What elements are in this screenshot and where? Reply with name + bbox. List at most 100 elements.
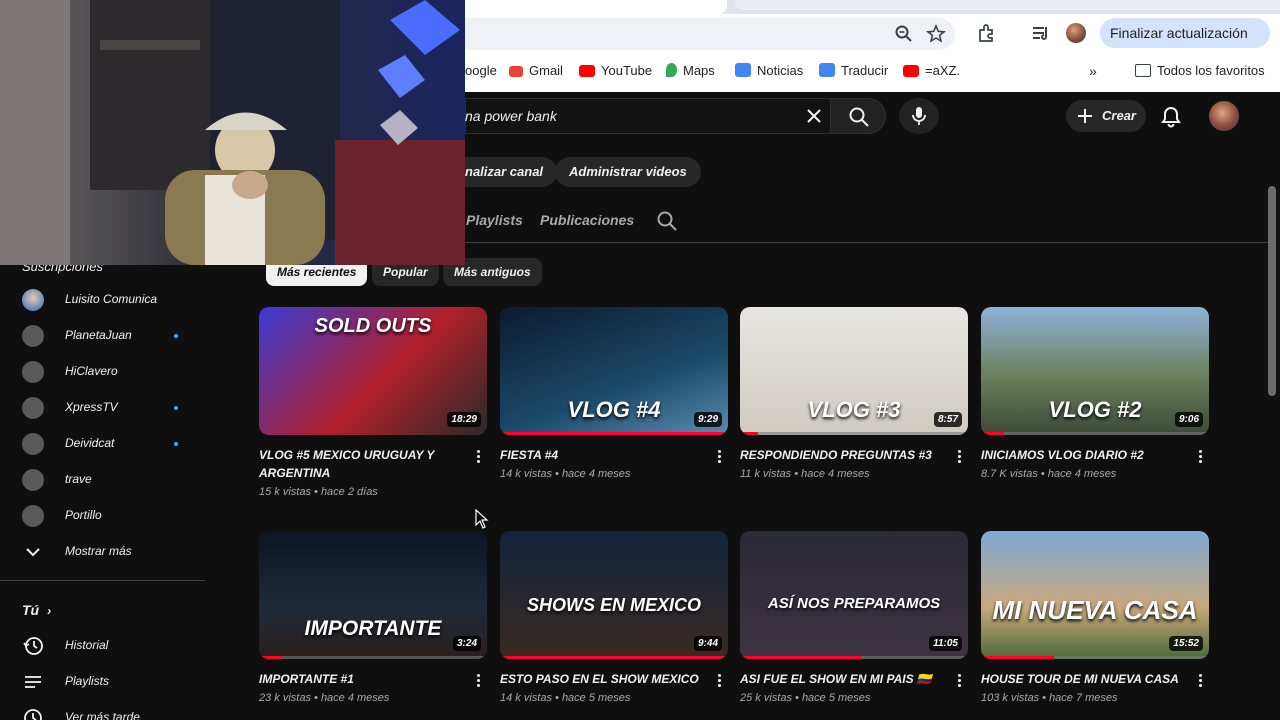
mouse-cursor-icon xyxy=(475,509,489,529)
bookmark-gmail[interactable]: Gmail xyxy=(509,62,563,80)
meta-separator: • xyxy=(551,468,562,480)
thumbnail-overlay-text: ASÍ NOS PREPARAMOS xyxy=(767,595,941,612)
more-options-icon[interactable] xyxy=(1195,672,1205,690)
inactive-tab[interactable] xyxy=(735,0,1280,10)
zoom-icon[interactable] xyxy=(894,24,914,44)
page-scrollbar[interactable] xyxy=(1268,186,1276,396)
video-thumbnail[interactable]: VLOG #3 8:57 xyxy=(740,307,968,435)
video-thumbnail[interactable]: IMPORTANTE 3:24 xyxy=(259,531,487,659)
watch-progress-track xyxy=(740,432,968,435)
more-bookmarks-button[interactable]: » xyxy=(1089,62,1097,80)
upload-age: hace 5 meses xyxy=(561,692,631,704)
sidebar-item-trave[interactable]: trave xyxy=(22,468,197,492)
maps-icon xyxy=(666,63,677,77)
more-options-icon[interactable] xyxy=(473,448,483,466)
sidebar-item-planetajuan[interactable]: PlanetaJuan xyxy=(22,324,197,348)
sidebar-show-more[interactable]: Mostrar más xyxy=(22,540,197,564)
avatar xyxy=(22,505,44,527)
bookmark-maps[interactable]: Maps xyxy=(666,62,715,80)
you-section-heading[interactable]: Tú › xyxy=(22,602,51,618)
video-thumbnail[interactable]: SOLD OUTS 18:29 xyxy=(259,307,487,435)
manage-videos-button[interactable]: Administrar videos xyxy=(555,157,701,187)
watch-progress-bar xyxy=(259,656,282,659)
video-thumbnail[interactable]: ASÍ NOS PREPARAMOS 11:05 xyxy=(740,531,968,659)
video-title[interactable]: HOUSE TOUR DE MI NUEVA CASA xyxy=(981,670,1181,688)
bookmark-axz[interactable]: =aXZ. xyxy=(903,62,960,80)
video-thumbnail[interactable]: VLOG #4 9:29 xyxy=(500,307,728,435)
video-thumbnail[interactable]: MI NUEVA CASA 15:52 xyxy=(981,531,1209,659)
video-title[interactable]: ESTO PASO EN EL SHOW MEXICO xyxy=(500,670,700,688)
tab-publicaciones[interactable]: Publicaciones xyxy=(540,212,634,228)
bookmark-traducir[interactable]: Traducir xyxy=(819,62,888,80)
subscription-name: Deividcat xyxy=(65,436,115,450)
more-options-icon[interactable] xyxy=(954,448,964,466)
search-button[interactable] xyxy=(830,98,886,134)
video-title[interactable]: RESPONDIENDO PREGUNTAS #3 xyxy=(740,446,940,464)
watch-progress-bar xyxy=(500,432,728,435)
tab-playlists[interactable]: Playlists xyxy=(466,212,523,228)
sidebar-item-portillo[interactable]: Portillo xyxy=(22,504,197,528)
clear-search-icon[interactable] xyxy=(804,106,824,126)
more-options-icon[interactable] xyxy=(473,672,483,690)
upload-age: hace 7 meses xyxy=(1049,692,1118,704)
bookmark-noticias[interactable]: Noticias xyxy=(735,62,803,80)
video-duration: 11:05 xyxy=(929,636,962,651)
new-content-dot xyxy=(174,334,178,338)
search-query[interactable]: na power bank xyxy=(465,108,557,124)
all-bookmarks-button[interactable]: Todos los favoritos xyxy=(1135,62,1265,80)
voice-search-button[interactable] xyxy=(899,98,939,134)
sidebar-item-luisito[interactable]: Luisito Comunica xyxy=(22,288,197,312)
meta-separator: • xyxy=(1039,692,1050,704)
subscription-name: PlanetaJuan xyxy=(65,328,132,342)
sidebar-item-xpresstv[interactable]: XpressTV xyxy=(22,396,197,420)
view-count: 11 k vistas xyxy=(740,468,792,480)
subscription-name: Portillo xyxy=(65,508,102,522)
watch-progress-bar xyxy=(500,656,728,659)
video-title[interactable]: VLOG #5 MEXICO URUGUAY Y ARGENTINA xyxy=(259,446,459,482)
all-bookmarks-label: Todos los favoritos xyxy=(1157,63,1265,78)
chevron-right-icon: › xyxy=(47,604,52,618)
upload-age: hace 5 meses xyxy=(801,692,871,704)
profile-avatar[interactable] xyxy=(1066,23,1086,43)
star-icon[interactable] xyxy=(926,24,946,44)
more-options-icon[interactable] xyxy=(714,448,724,466)
meta-separator: • xyxy=(551,692,562,704)
meta-separator: • xyxy=(1037,468,1048,480)
active-tab[interactable] xyxy=(465,0,727,14)
more-options-icon[interactable] xyxy=(714,672,724,690)
more-options-icon[interactable] xyxy=(954,672,964,690)
video-title[interactable]: INICIAMOS VLOG DIARIO #2 xyxy=(981,446,1181,464)
sidebar-item-watch-later[interactable]: Ver más tarde xyxy=(22,706,197,720)
notifications-bell-icon[interactable] xyxy=(1158,104,1184,130)
avatar xyxy=(22,469,44,491)
sidebar-item-historial[interactable]: Historial xyxy=(22,634,197,658)
video-duration: 9:44 xyxy=(693,636,722,651)
channel-search-icon[interactable] xyxy=(656,210,678,232)
show-more-label: Mostrar más xyxy=(65,544,132,558)
bookmark-google[interactable]: oogle xyxy=(465,62,497,80)
video-title[interactable]: FIESTA #4 xyxy=(500,446,700,464)
media-queue-icon[interactable] xyxy=(1030,22,1052,44)
sidebar-item-hiclavero[interactable]: HiClavero xyxy=(22,360,197,384)
extensions-icon[interactable] xyxy=(976,22,998,44)
update-button[interactable]: Finalizar actualización xyxy=(1100,18,1270,48)
view-count: 8.7 K vistas xyxy=(981,468,1038,480)
view-count: 103 k vistas xyxy=(981,692,1040,704)
history-icon xyxy=(23,637,43,655)
video-thumbnail[interactable]: SHOWS EN MEXICO 9:44 xyxy=(500,531,728,659)
watch-progress-track xyxy=(259,656,487,659)
sidebar-item-deividcat[interactable]: Deividcat xyxy=(22,432,197,456)
video-title[interactable]: ASI FUE EL SHOW EN MI PAIS 🇨🇴 xyxy=(740,670,940,688)
plus-icon xyxy=(1078,109,1092,123)
address-field[interactable] xyxy=(465,18,955,50)
video-thumbnail[interactable]: VLOG #2 9:06 xyxy=(981,307,1209,435)
sidebar-item-playlists[interactable]: Playlists xyxy=(22,670,197,694)
bookmark-youtube[interactable]: YouTube xyxy=(579,62,652,80)
video-title[interactable]: IMPORTANTE #1 xyxy=(259,670,459,688)
account-avatar[interactable] xyxy=(1209,101,1239,131)
customize-channel-button[interactable]: nalizar canal xyxy=(450,157,558,187)
video-meta: 103 k vistas • hace 7 meses xyxy=(981,692,1118,704)
upload-age: hace 4 meses xyxy=(320,692,390,704)
create-button[interactable]: Crear xyxy=(1066,100,1146,132)
more-options-icon[interactable] xyxy=(1195,448,1205,466)
